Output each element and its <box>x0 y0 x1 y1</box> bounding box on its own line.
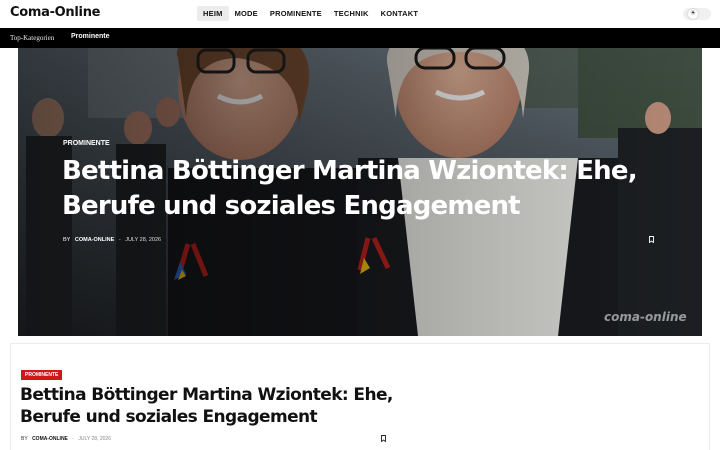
nav-item-heim[interactable]: HEIM <box>197 6 229 21</box>
bookmark-icon[interactable] <box>381 435 386 442</box>
article-card[interactable]: PROMINENTE Bettina Böttinger Martina Wzi… <box>10 343 710 450</box>
hero-category[interactable]: PROMINENTE <box>63 140 110 147</box>
card-title[interactable]: Bettina Böttinger Martina Wziontek: Ehe,… <box>20 384 400 428</box>
card-date: JULY 28, 2026 <box>78 436 111 442</box>
image-watermark: coma-online <box>604 310 687 324</box>
card-category-badge[interactable]: PROMINENTE <box>21 370 63 380</box>
main-nav: HEIM MODE PROMINENTE TECHNIK KONTAKT <box>197 6 424 21</box>
hero-author[interactable]: COMA-ONLINE <box>75 237 114 243</box>
hero-meta: BY COMA-ONLINE - JULY 28, 2026 <box>63 237 164 243</box>
hero-article[interactable]: PROMINENTE Bettina Böttinger Martina Wzi… <box>18 48 702 336</box>
nav-item-kontakt[interactable]: KONTAKT <box>375 6 425 21</box>
nav-item-mode[interactable]: MODE <box>229 6 264 21</box>
site-header: Coma-Online HEIM MODE PROMINENTE TECHNIK… <box>0 0 720 28</box>
top-categories-label: Top-Kategorien <box>10 34 55 42</box>
card-separator: - <box>72 436 74 442</box>
category-link-prominente[interactable]: Prominente <box>71 33 110 40</box>
hero-separator: - <box>118 237 121 243</box>
site-logo[interactable]: Coma-Online <box>10 5 100 20</box>
bookmark-icon[interactable] <box>649 236 654 243</box>
hero-by: BY <box>63 237 71 243</box>
nav-item-technik[interactable]: TECHNIK <box>328 6 375 21</box>
hero-date: JULY 28, 2026 <box>125 237 162 243</box>
card-author[interactable]: COMA-ONLINE <box>32 436 68 442</box>
category-bar: Top-Kategorien Prominente <box>0 28 720 48</box>
card-meta: BY COMA-ONLINE - JULY 28, 2026 <box>21 436 114 442</box>
card-by: BY <box>21 436 28 442</box>
sun-icon: ☀ <box>688 9 698 19</box>
nav-item-prominente[interactable]: PROMINENTE <box>264 6 328 21</box>
theme-toggle[interactable]: ☀ <box>683 8 711 20</box>
hero-title[interactable]: Bettina Böttinger Martina Wziontek: Ehe,… <box>62 154 662 224</box>
